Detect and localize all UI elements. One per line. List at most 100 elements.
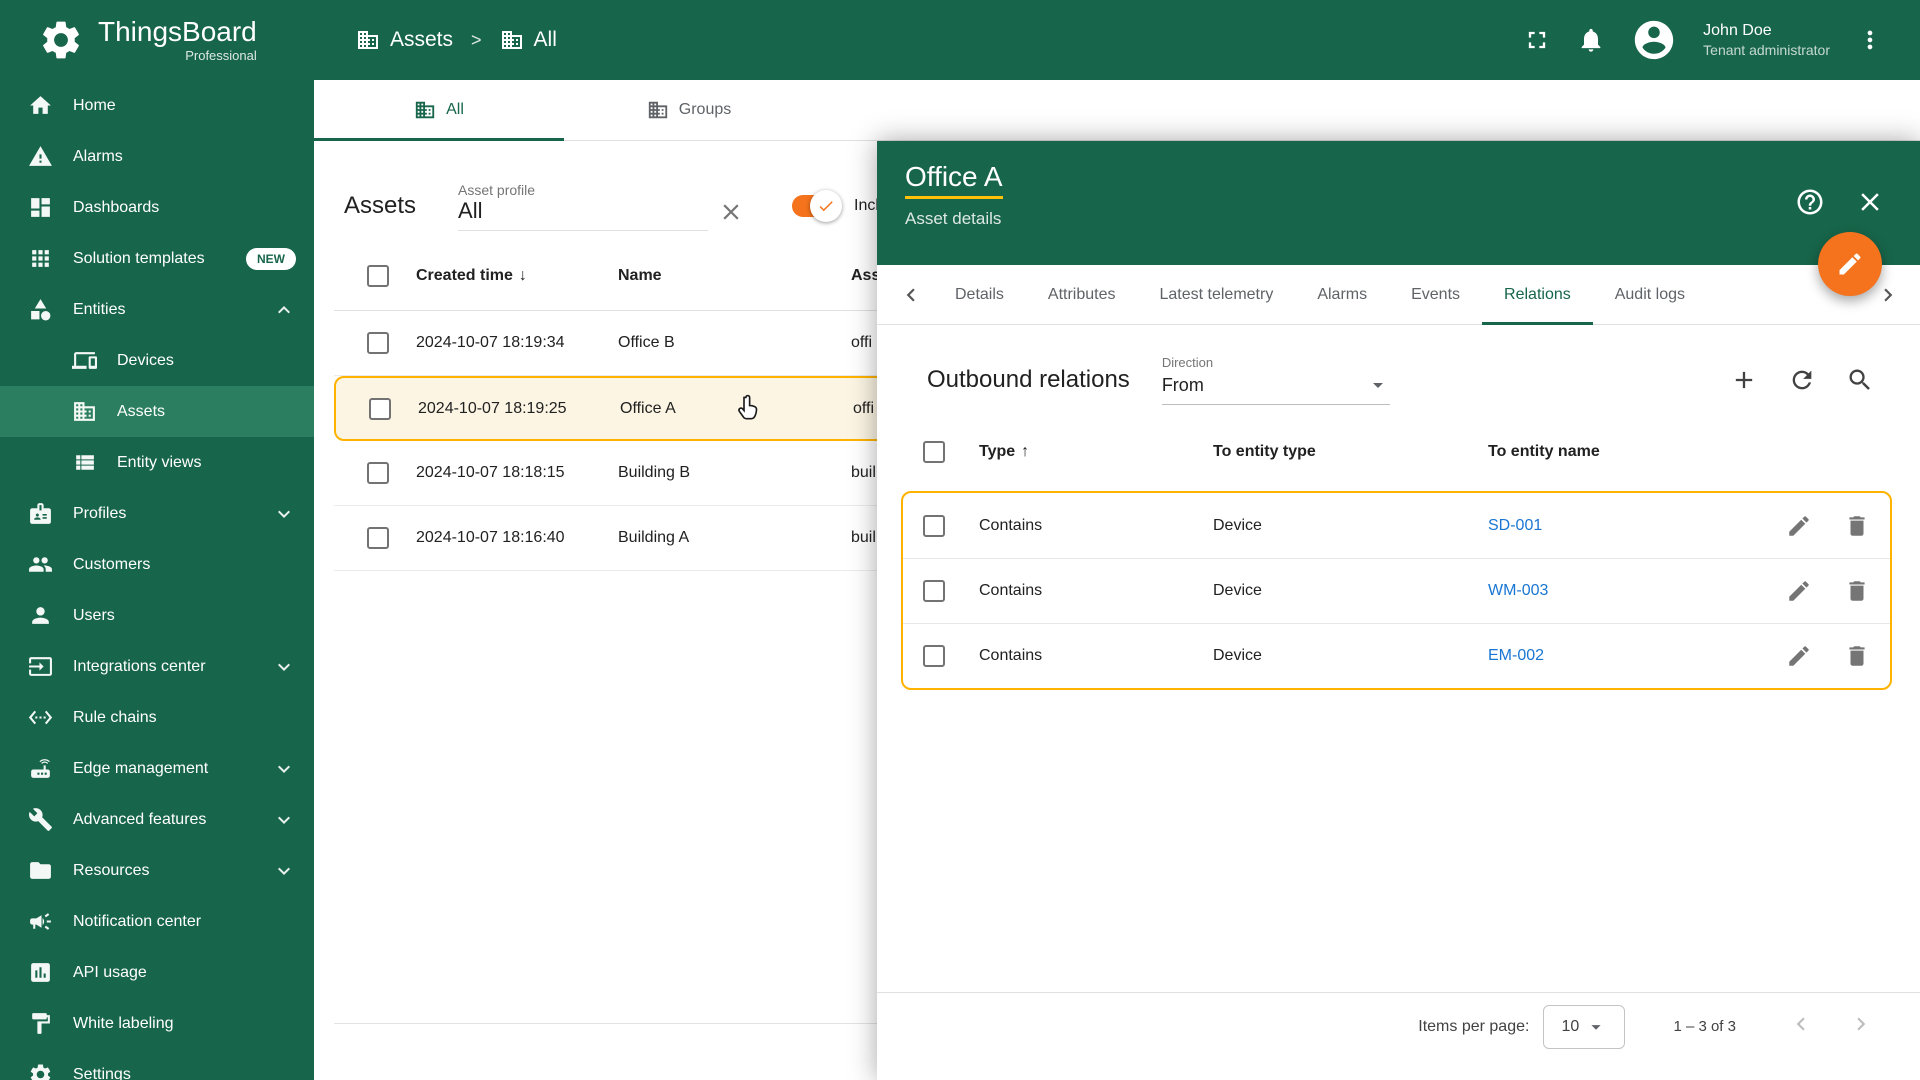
tab-audit-logs[interactable]: Audit logs — [1593, 265, 1707, 324]
clear-filter-icon[interactable] — [718, 199, 744, 225]
sidebar-item-settings[interactable]: Settings — [0, 1049, 314, 1080]
refresh-icon[interactable] — [1788, 366, 1816, 394]
tab-groups[interactable]: Groups — [564, 80, 814, 140]
user-role: Tenant administrator — [1703, 42, 1830, 59]
sidebar-item-edge-management[interactable]: Edge management — [0, 743, 314, 794]
table-row-office-b[interactable]: 2024-10-07 18:19:34 Office B offi — [334, 311, 896, 376]
add-relation-icon[interactable] — [1730, 366, 1758, 394]
user-avatar[interactable] — [1631, 17, 1677, 63]
sidebar-item-integrations-center[interactable]: Integrations center — [0, 641, 314, 692]
next-page-button[interactable] — [1848, 1011, 1874, 1042]
column-to-entity-type[interactable]: To entity type — [1213, 443, 1488, 461]
sidebar-item-api-usage[interactable]: API usage — [0, 947, 314, 998]
row-checkbox[interactable] — [923, 580, 945, 602]
asset-profile-filter[interactable]: Asset profile All — [458, 182, 709, 231]
close-icon[interactable] — [1855, 187, 1885, 217]
chevron-left-icon — [898, 282, 924, 308]
column-asset-profile[interactable]: Ass — [851, 267, 880, 285]
edit-relation-icon[interactable] — [1786, 513, 1812, 539]
search-icon[interactable] — [1846, 366, 1874, 394]
row-actions — [1750, 643, 1870, 669]
assets-table-head-row: Created time ↓ Name Ass — [334, 241, 896, 311]
chevron-down-icon — [272, 655, 296, 679]
sidebar-item-label: Assets — [117, 402, 166, 420]
row-checkbox[interactable] — [367, 332, 389, 354]
delete-relation-icon[interactable] — [1844, 578, 1870, 604]
sidebar-item-assets[interactable]: Assets — [0, 386, 314, 437]
notifications-bell-icon[interactable] — [1577, 26, 1605, 54]
sidebar-item-label: Dashboards — [73, 198, 160, 216]
table-row-building-a[interactable]: 2024-10-07 18:16:40 Building A buil — [334, 506, 896, 571]
relation-type-cell: Contains — [979, 516, 1043, 534]
sidebar-item-white-labeling[interactable]: White labeling — [0, 998, 314, 1049]
relation-row-wm-003[interactable]: Contains Device WM-003 — [903, 558, 1890, 623]
more-menu-icon[interactable] — [1856, 26, 1884, 54]
table-row-building-b[interactable]: 2024-10-07 18:18:15 Building B buil — [334, 441, 896, 506]
tab-details[interactable]: Details — [933, 265, 1026, 324]
help-icon[interactable] — [1795, 187, 1825, 217]
tab-alarms[interactable]: Alarms — [1295, 265, 1389, 324]
breadcrumb-all[interactable]: All — [534, 28, 557, 52]
sidebar-item-resources[interactable]: Resources — [0, 845, 314, 896]
sidebar-item-advanced-features[interactable]: Advanced features — [0, 794, 314, 845]
relation-row-sd-001[interactable]: Contains Device SD-001 — [903, 493, 1890, 558]
sidebar-item-entity-views[interactable]: Entity views — [0, 437, 314, 488]
sidebar-item-dashboards[interactable]: Dashboards — [0, 182, 314, 233]
sidebar-item-alarms[interactable]: Alarms — [0, 131, 314, 182]
dropdown-caret-icon — [1366, 373, 1390, 397]
to-entity-name-link[interactable]: SD-001 — [1488, 517, 1750, 535]
delete-relation-icon[interactable] — [1844, 643, 1870, 669]
row-checkbox[interactable] — [923, 514, 945, 537]
relation-row-em-002[interactable]: Contains Device EM-002 — [903, 623, 1890, 688]
name-cell: Building B — [618, 464, 691, 481]
sidebar-item-label: Resources — [73, 861, 150, 879]
edit-relation-icon[interactable] — [1786, 578, 1812, 604]
select-all-relations-checkbox[interactable] — [923, 441, 945, 463]
row-checkbox[interactable] — [369, 397, 391, 420]
new-badge: NEW — [246, 247, 296, 270]
sidebar-item-devices[interactable]: Devices — [0, 335, 314, 386]
sidebar-item-notification-center[interactable]: Notification center — [0, 896, 314, 947]
sidebar-item-entities[interactable]: Entities — [0, 284, 314, 335]
sidebar: ThingsBoard Professional Home Alarms Das… — [0, 0, 314, 1080]
previous-page-button[interactable] — [1788, 1011, 1814, 1042]
sidebar-item-rule-chains[interactable]: Rule chains — [0, 692, 314, 743]
toggle-thumb — [810, 190, 843, 222]
tab-relations[interactable]: Relations — [1482, 265, 1593, 325]
row-checkbox[interactable] — [923, 645, 945, 667]
edit-fab-button[interactable] — [1818, 232, 1882, 296]
column-to-entity-name[interactable]: To entity name — [1488, 443, 1750, 461]
tab-all[interactable]: All — [314, 80, 564, 141]
column-type[interactable]: Type ↑ — [979, 443, 1213, 461]
app-logo[interactable]: ThingsBoard Professional — [0, 0, 314, 80]
tab-latest-telemetry[interactable]: Latest telemetry — [1138, 265, 1296, 324]
fullscreen-icon[interactable] — [1523, 26, 1551, 54]
to-entity-name-link[interactable]: EM-002 — [1488, 647, 1750, 665]
tab-events[interactable]: Events — [1389, 265, 1482, 324]
table-row-office-a[interactable]: 2024-10-07 18:19:25 Office A offi — [334, 376, 896, 441]
column-created-time[interactable]: Created time ↓ — [416, 267, 527, 285]
items-per-page-select[interactable]: 10 — [1543, 1004, 1626, 1049]
select-all-checkbox[interactable] — [367, 264, 389, 287]
panel-tabs: Details Attributes Latest telemetry Alar… — [877, 265, 1920, 325]
row-checkbox[interactable] — [367, 462, 389, 484]
column-name[interactable]: Name — [618, 267, 662, 285]
sidebar-item-users[interactable]: Users — [0, 590, 314, 641]
breadcrumb-assets[interactable]: Assets — [390, 28, 453, 52]
breadcrumb-separator: > — [471, 29, 482, 50]
tabs-scroll-left[interactable] — [889, 265, 933, 324]
include-toggle[interactable] — [792, 190, 843, 222]
sidebar-item-profiles[interactable]: Profiles — [0, 488, 314, 539]
sidebar-item-home[interactable]: Home — [0, 80, 314, 131]
sidebar-item-solution-templates[interactable]: Solution templates NEW — [0, 233, 314, 284]
delete-relation-icon[interactable] — [1844, 513, 1870, 539]
to-entity-name-link[interactable]: WM-003 — [1488, 582, 1750, 600]
edit-relation-icon[interactable] — [1786, 643, 1812, 669]
panel-title[interactable]: Office A — [905, 161, 1003, 199]
row-checkbox[interactable] — [367, 527, 389, 549]
api-usage-icon — [28, 960, 53, 985]
direction-select[interactable]: Direction From — [1161, 355, 1390, 405]
tab-attributes[interactable]: Attributes — [1026, 265, 1138, 324]
sidebar-item-customers[interactable]: Customers — [0, 539, 314, 590]
user-info[interactable]: John Doe Tenant administrator — [1703, 20, 1830, 60]
